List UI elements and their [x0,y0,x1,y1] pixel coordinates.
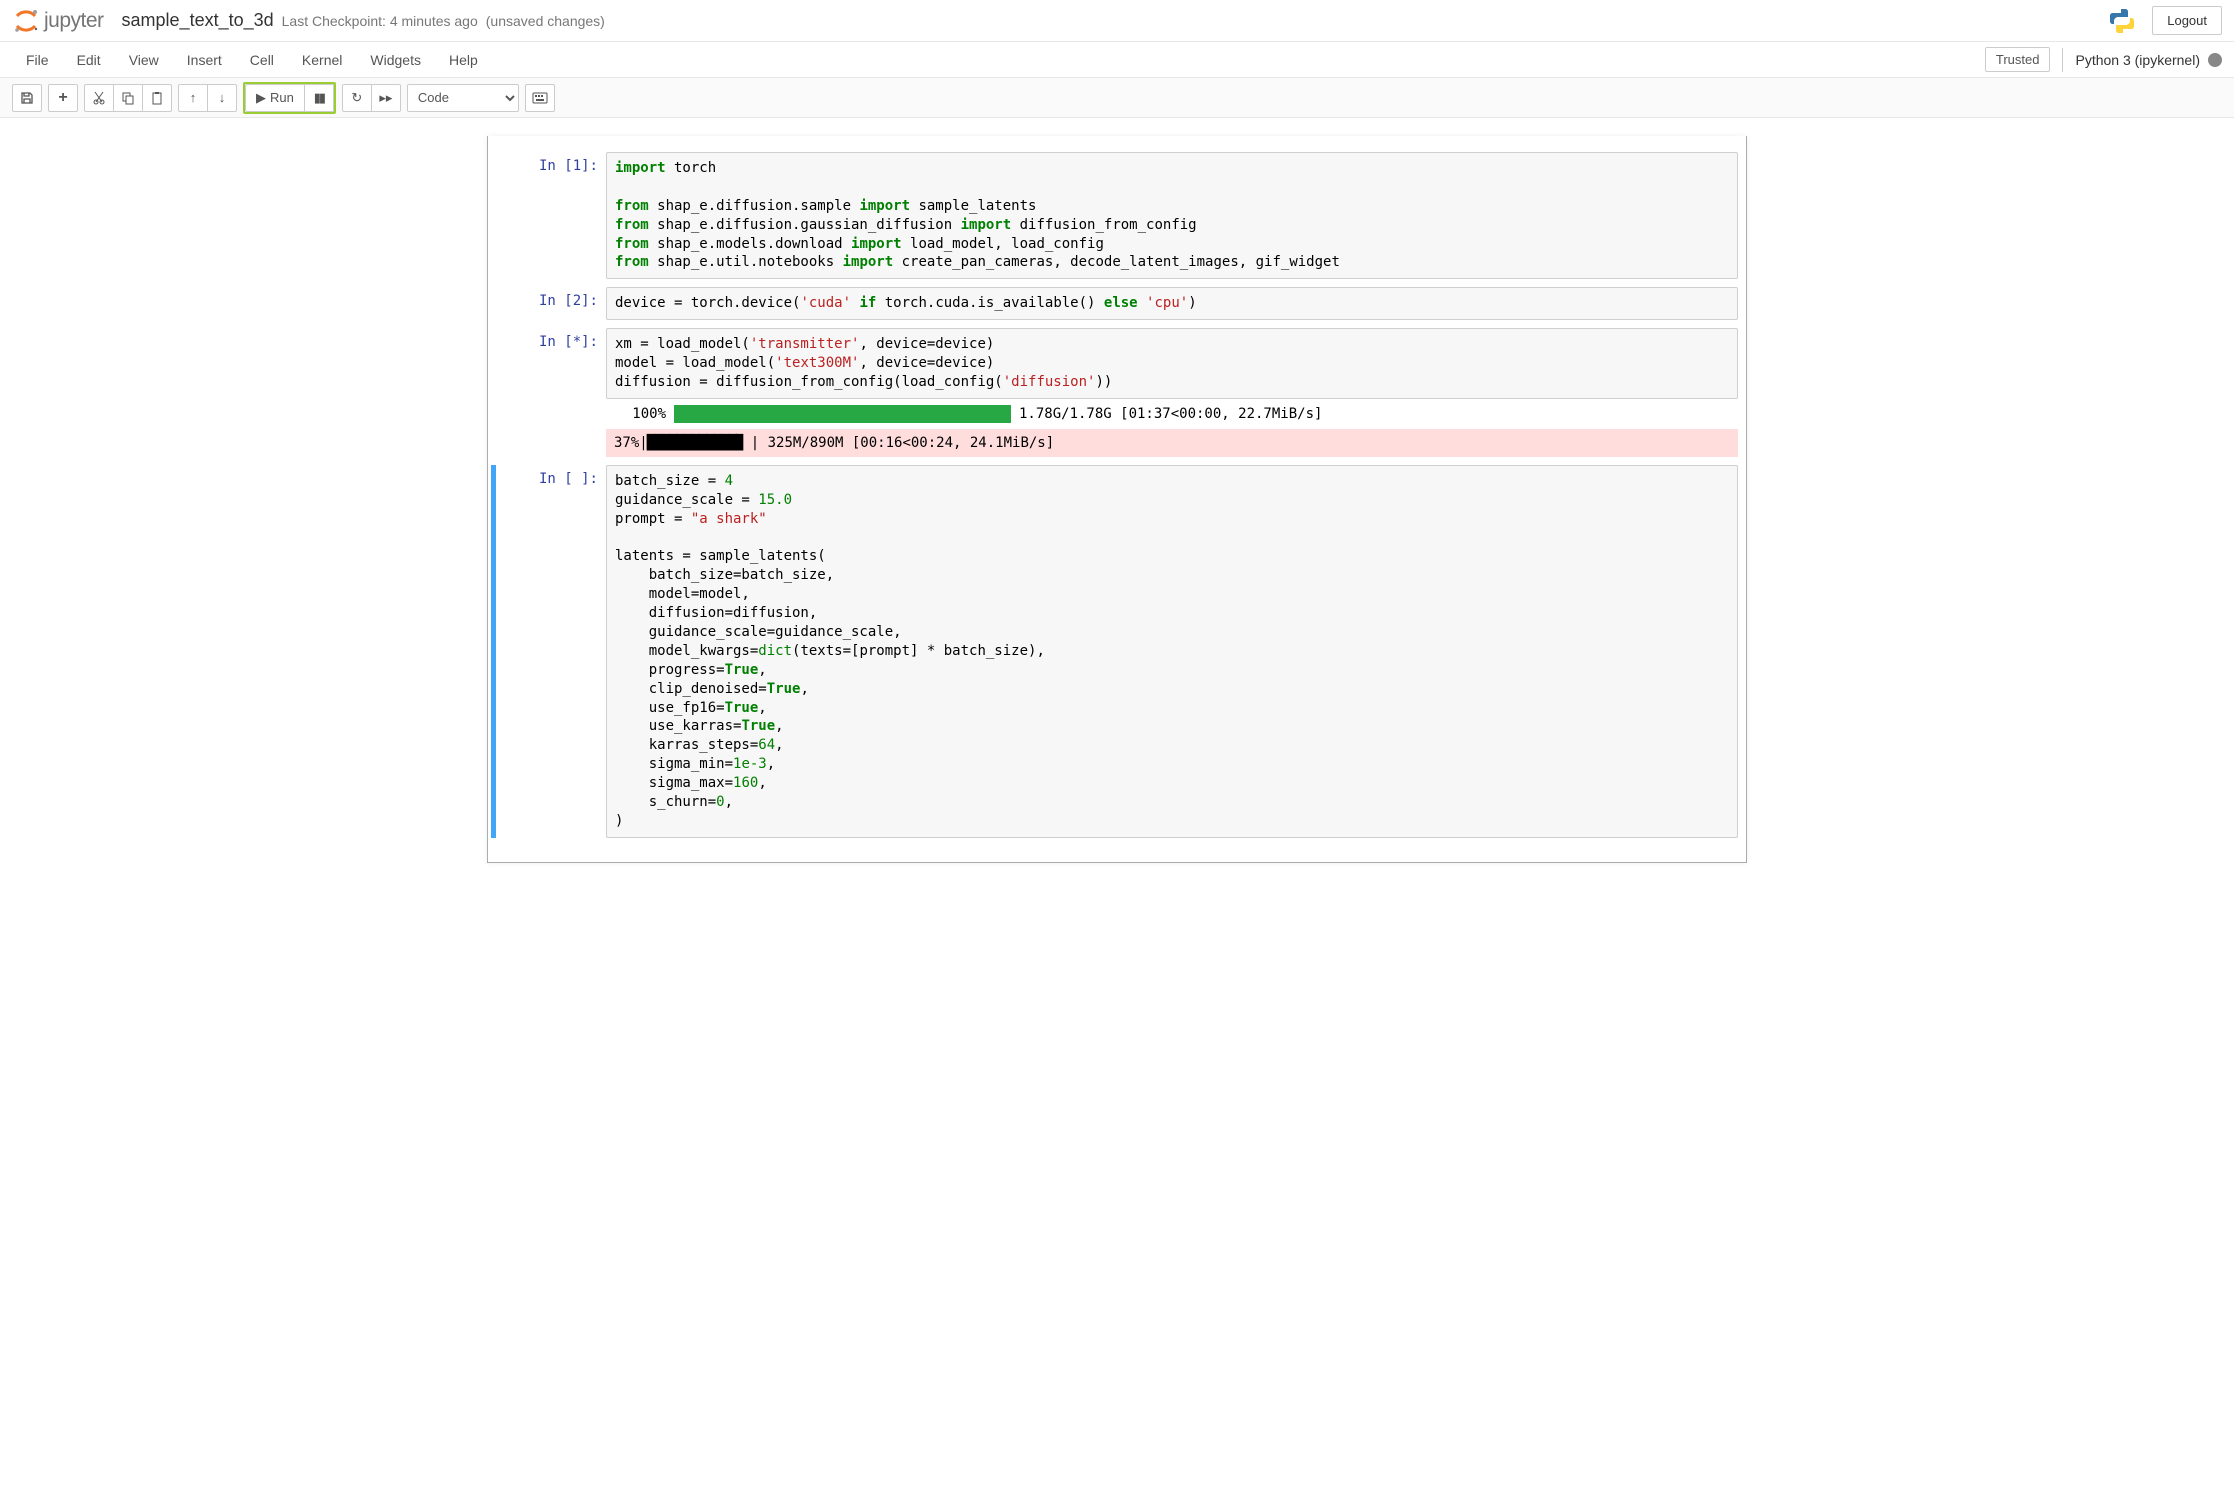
cell-prompt: In [*]: [496,328,606,457]
paste-icon [150,91,164,105]
keyboard-icon [532,92,548,104]
menu-insert[interactable]: Insert [173,44,236,76]
cut-button[interactable] [84,84,114,112]
copy-icon [121,91,135,105]
menu-file[interactable]: File [12,44,63,76]
run-label: Run [270,90,294,105]
menu-widgets[interactable]: Widgets [356,44,435,76]
restart-run-all-button[interactable]: ▸▸ [371,84,401,112]
trusted-badge[interactable]: Trusted [1985,47,2051,72]
cell-output: 100% 1.78G/1.78G [01:37<00:00, 22.7MiB/s… [606,399,1738,429]
jupyter-logo-text: jupyter [44,9,104,33]
menu-help[interactable]: Help [435,44,492,76]
code-input[interactable]: batch_size = 4 guidance_scale = 15.0 pro… [606,465,1738,838]
code-cell-2[interactable]: In [2]: device = torch.device('cuda' if … [496,287,1738,320]
code-cell-4[interactable]: In [ ]: batch_size = 4 guidance_scale = … [491,465,1738,838]
stop-icon: ▮▮ [314,90,324,106]
progress-bar-ascii: |████████████▉ [639,435,750,451]
logout-button[interactable]: Logout [2152,6,2222,35]
divider [2062,48,2063,72]
interrupt-button[interactable]: ▮▮ [304,84,334,112]
menu-edit[interactable]: Edit [63,44,115,76]
run-group-highlight: ▶ Run ▮▮ [243,82,336,114]
cell-output-stderr: 37%|████████████▉ | 325M/890M [00:16<00:… [606,429,1738,457]
kernel-busy-indicator [2208,53,2222,67]
move-down-button[interactable]: ↓ [207,84,237,112]
cell-prompt: In [1]: [496,152,606,279]
cell-prompt: In [2]: [496,287,606,320]
code-cell-1[interactable]: In [1]: import torch from shap_e.diffusi… [496,152,1738,279]
insert-cell-button[interactable]: + [48,84,78,112]
cell-prompt: In [ ]: [496,465,606,838]
run-button[interactable]: ▶ Run [245,84,305,112]
copy-button[interactable] [113,84,143,112]
restart-icon: ↻ [351,90,362,106]
code-input[interactable]: import torch from shap_e.diffusion.sampl… [606,152,1738,279]
paste-button[interactable] [142,84,172,112]
menu-cell[interactable]: Cell [236,44,288,76]
toolbar: + ↑ ↓ ▶ Run ▮▮ ↻ ▸▸ [0,78,2234,118]
menu-kernel[interactable]: Kernel [288,44,356,76]
celltype-select[interactable]: Code [407,84,519,112]
command-palette-button[interactable] [525,84,555,112]
plus-icon: + [58,89,67,107]
header: jupyter sample_text_to_3d Last Checkpoin… [0,0,2234,42]
progress-stats: 1.78G/1.78G [01:37<00:00, 22.7MiB/s] [1019,406,1322,422]
restart-button[interactable]: ↻ [342,84,372,112]
play-icon: ▶ [256,90,266,106]
progress-stats: | 325M/890M [00:16<00:24, 24.1MiB/s] [751,435,1054,451]
menu-view[interactable]: View [115,44,173,76]
arrow-down-icon: ↓ [219,90,226,105]
save-button[interactable] [12,84,42,112]
menubar: File Edit View Insert Cell Kernel Widget… [0,42,2234,78]
python-icon [2108,7,2136,35]
checkpoint-status: Last Checkpoint: 4 minutes ago [282,13,478,29]
progress-percent: 37% [614,435,639,451]
unsaved-status: (unsaved changes) [486,13,605,29]
code-cell-3[interactable]: In [*]: xm = load_model('transmitter', d… [496,328,1738,457]
arrow-up-icon: ↑ [190,90,197,105]
code-input[interactable]: xm = load_model('transmitter', device=de… [606,328,1738,399]
progress-bar [674,405,1011,423]
move-up-button[interactable]: ↑ [178,84,208,112]
notebook-area: In [1]: import torch from shap_e.diffusi… [487,136,1747,863]
fast-forward-icon: ▸▸ [379,90,392,106]
kernel-name[interactable]: Python 3 (ipykernel) [2075,52,2200,68]
progress-percent: 100% [614,406,666,422]
code-input[interactable]: device = torch.device('cuda' if torch.cu… [606,287,1738,320]
jupyter-logo[interactable]: jupyter [12,7,104,35]
notebook-name[interactable]: sample_text_to_3d [122,10,274,31]
save-icon [20,91,34,105]
cut-icon [92,91,106,105]
jupyter-icon [12,7,40,35]
